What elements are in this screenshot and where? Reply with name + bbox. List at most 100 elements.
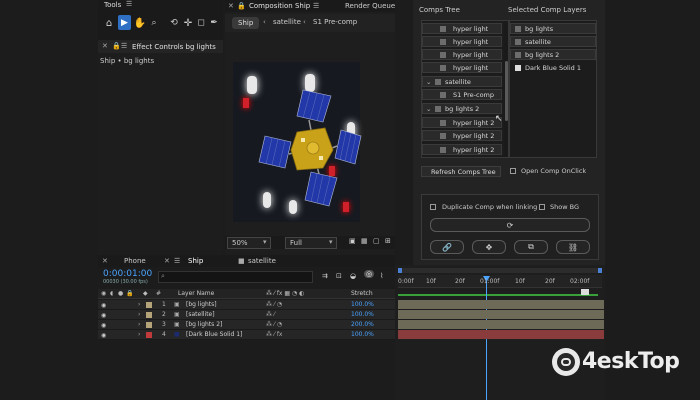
tools-menu-icon[interactable]: ☰ [126,0,132,8]
expand-chevron-icon[interactable]: › [138,301,140,308]
layer-row[interactable]: ◉ › 4 ■ [Dark Blue Solid 1] ⁂ ⁄ fx 100.0… [98,330,395,340]
label-icon[interactable]: ◆ [143,290,148,297]
expand-chevron-icon[interactable]: › [138,311,140,318]
layer-switches[interactable]: ⁂ ⁄ ◔ [266,301,282,308]
tree-item[interactable]: S1 Pre-comp [422,89,502,100]
chevron-down-icon[interactable]: ⌄ [426,78,431,86]
solo-icon[interactable]: ● [118,290,123,297]
layer-name[interactable]: [Dark Blue Solid 1] [186,331,242,338]
tree-item[interactable]: hyper light 2 [422,130,502,141]
work-area-end-handle[interactable] [598,268,602,273]
close-icon[interactable]: ✕ [102,257,108,265]
label-swatch[interactable] [146,322,152,328]
expand-chevron-icon[interactable]: › [138,321,140,328]
hand-tool-icon[interactable]: ✋ [134,17,146,29]
refresh-comps-tree-button[interactable]: Refresh Comps Tree [421,166,501,177]
zoom-tool-icon[interactable]: ⌕ [148,17,160,29]
tree-scrollbar-thumb[interactable] [505,61,508,121]
tab-phone[interactable]: Phone [124,257,146,265]
render-queue-tab[interactable]: Render Queue [345,2,395,10]
eye-icon[interactable]: ◉ [101,302,106,309]
open-comp-onclick-checkbox[interactable] [510,168,516,174]
home-icon[interactable]: ⌂ [103,17,115,29]
graph-editor-icon[interactable]: ⌇ [380,272,383,280]
tree-item[interactable]: hyper light 2 [422,117,502,128]
layer-stretch[interactable]: 100.0% [351,311,374,318]
lock-icon[interactable]: 🔒 [126,290,133,297]
selection-tool-icon[interactable]: ▶ [118,15,131,30]
close-icon[interactable]: ✕ [164,257,170,265]
tree-item-expandable[interactable]: ⌄ satellite [422,76,502,87]
menu-icon[interactable]: ☰ [174,257,180,265]
layer-row[interactable]: ◉ › 2 ▣ [satellite] ⁂ ⁄ 100.0% [98,310,395,320]
anchor-tool-icon[interactable]: ✛ [182,17,194,29]
layer-row[interactable]: ◉ › 3 ▣ [bg lights 2] ⁂ ⁄ ◔ 200.0% [98,320,395,330]
eye-icon[interactable]: ◉ [101,312,106,319]
expand-chevron-icon[interactable]: › [138,331,140,338]
work-area-bar[interactable] [398,268,602,273]
tree-item[interactable]: hyper light [422,49,502,60]
move-button[interactable]: ✥ [472,240,506,254]
tree-item[interactable]: hyper light [422,36,502,47]
selected-layers-list[interactable]: bg lights satellite bg lights 2 Dark Blu… [509,20,597,158]
layer-stretch[interactable]: 200.0% [351,321,374,328]
motion-blur-icon[interactable]: ◎ [364,270,375,278]
link-button[interactable]: 🔗 [430,240,464,254]
pen-tool-icon[interactable]: ✒ [208,17,220,29]
refresh-link-button[interactable]: ⟳ [430,218,590,232]
layer-switches[interactable]: ⁂ ⁄ ◔ [266,321,282,328]
rotate-tool-icon[interactable]: ⟲ [168,17,180,29]
close-icon[interactable]: ✕ [102,42,108,50]
breadcrumb-ship[interactable]: Ship [232,17,260,29]
show-bg-checkbox[interactable] [539,204,545,210]
selected-layer-item[interactable]: satellite [510,36,596,47]
layer-duration-bar[interactable] [398,310,604,319]
open-precomp-button[interactable]: ⧉ [514,240,548,254]
selected-layer-item[interactable]: bg lights 2 [510,49,596,60]
layer-stretch[interactable]: 100.0% [351,331,374,338]
selected-layer-item[interactable]: Dark Blue Solid 1 [510,62,596,73]
layer-name[interactable]: [bg lights] [186,301,217,308]
layer-stretch[interactable]: 100.0% [351,301,374,308]
duplicate-comp-checkbox[interactable] [430,204,436,210]
chevron-down-icon[interactable]: ⌄ [426,105,431,113]
eye-icon[interactable]: ◉ [101,332,106,339]
header-layer-name[interactable]: Layer Name [178,290,214,297]
label-swatch[interactable] [146,302,152,308]
layer-duration-bar[interactable] [398,300,604,309]
tab-satellite[interactable]: satellite [248,257,276,265]
tree-item[interactable]: hyper light [422,62,502,73]
transparency-grid-icon[interactable]: ▦ [361,237,368,245]
label-swatch[interactable] [146,332,152,338]
rectangle-tool-icon[interactable]: ◻ [195,17,207,29]
layer-switches[interactable]: ⁂ ⁄ fx [266,331,282,338]
eye-icon[interactable]: ◉ [101,290,106,297]
comps-tree-list[interactable]: hyper light hyper light hyper light hype… [421,20,509,158]
shy-icon[interactable]: ◒ [350,272,356,280]
region-of-interest-icon[interactable]: ▣ [349,237,356,245]
composition-menu-icon[interactable]: ☰ [313,2,319,10]
comp-flowchart-icon[interactable]: ⇉ [322,272,328,280]
close-icon[interactable]: ✕ [228,2,234,10]
layer-row[interactable]: ◉ › 1 ▣ [bg lights] ⁂ ⁄ ◔ 100.0% [98,300,395,310]
layer-duration-bar[interactable] [398,330,604,339]
effect-controls-menu-icon[interactable]: ☰ [121,42,127,50]
label-swatch[interactable] [146,312,152,318]
layer-duration-bar[interactable] [398,320,604,329]
layer-switches[interactable]: ⁂ ⁄ [266,311,275,318]
tree-item[interactable]: hyper light [422,23,502,34]
audio-icon[interactable]: ◖ [110,290,113,297]
header-stretch[interactable]: Stretch [351,290,373,297]
comp-marker[interactable] [581,289,589,295]
tab-ship[interactable]: Ship [188,257,203,265]
composition-viewer[interactable] [233,62,362,222]
tree-item[interactable]: hyper light 2 [422,144,502,155]
unlink-button[interactable]: ⛓ [556,240,590,254]
work-area-start-handle[interactable] [398,268,402,273]
lock-icon[interactable]: 🔒 [112,42,121,50]
effect-controls-title[interactable]: Effect Controls bg lights [132,43,216,51]
mask-visibility-icon[interactable]: ▢ [373,237,380,245]
composition-title[interactable]: Composition Ship [249,2,310,10]
timecode-display[interactable]: 0:00:01:00 [103,269,152,279]
tree-item-expandable[interactable]: ⌄ bg lights 2 [422,103,502,114]
